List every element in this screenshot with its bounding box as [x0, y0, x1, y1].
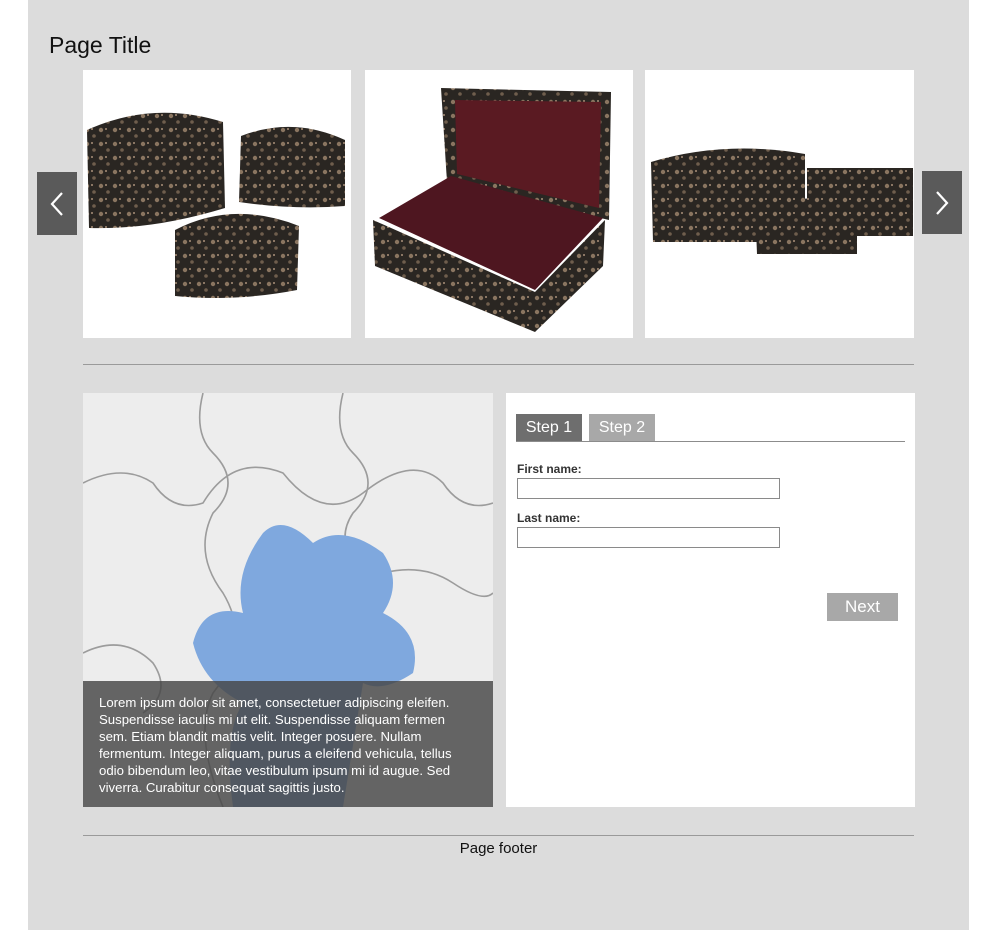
three-floral-chests-image: [87, 112, 345, 298]
section-divider: [83, 364, 914, 365]
carousel-prev-button[interactable]: [37, 172, 77, 235]
page-title: Page Title: [49, 32, 152, 58]
first-name-label: First name:: [517, 462, 582, 476]
page-container: Page Title Lorem ipsum dolor sit amet, c…: [28, 0, 969, 930]
page-footer: Page footer: [459, 840, 538, 857]
three-floral-chests-side-image: [651, 148, 913, 254]
step-tabs: Step 1 Step 2: [516, 414, 905, 442]
chevron-left-icon: [50, 191, 63, 216]
open-floral-chest-image: [373, 88, 611, 332]
carousel-slide-2[interactable]: [365, 70, 633, 338]
last-name-field[interactable]: [517, 527, 780, 548]
feature-panel: Lorem ipsum dolor sit amet, consectetuer…: [83, 393, 493, 807]
chevron-right-icon: [936, 190, 949, 215]
carousel-slide-1[interactable]: [83, 70, 351, 338]
tab-step-2[interactable]: Step 2: [589, 414, 655, 441]
last-name-label: Last name:: [517, 511, 581, 525]
carousel-next-button[interactable]: [922, 171, 962, 234]
tab-step-1[interactable]: Step 1: [516, 414, 582, 441]
carousel-slide-3[interactable]: [645, 70, 914, 338]
step-form-panel: Step 1 Step 2 First name: Last name: Nex…: [506, 393, 915, 807]
first-name-field[interactable]: [517, 478, 780, 499]
feature-caption: Lorem ipsum dolor sit amet, consectetuer…: [83, 681, 493, 807]
footer-divider: [83, 835, 914, 836]
next-button[interactable]: Next: [827, 593, 898, 621]
